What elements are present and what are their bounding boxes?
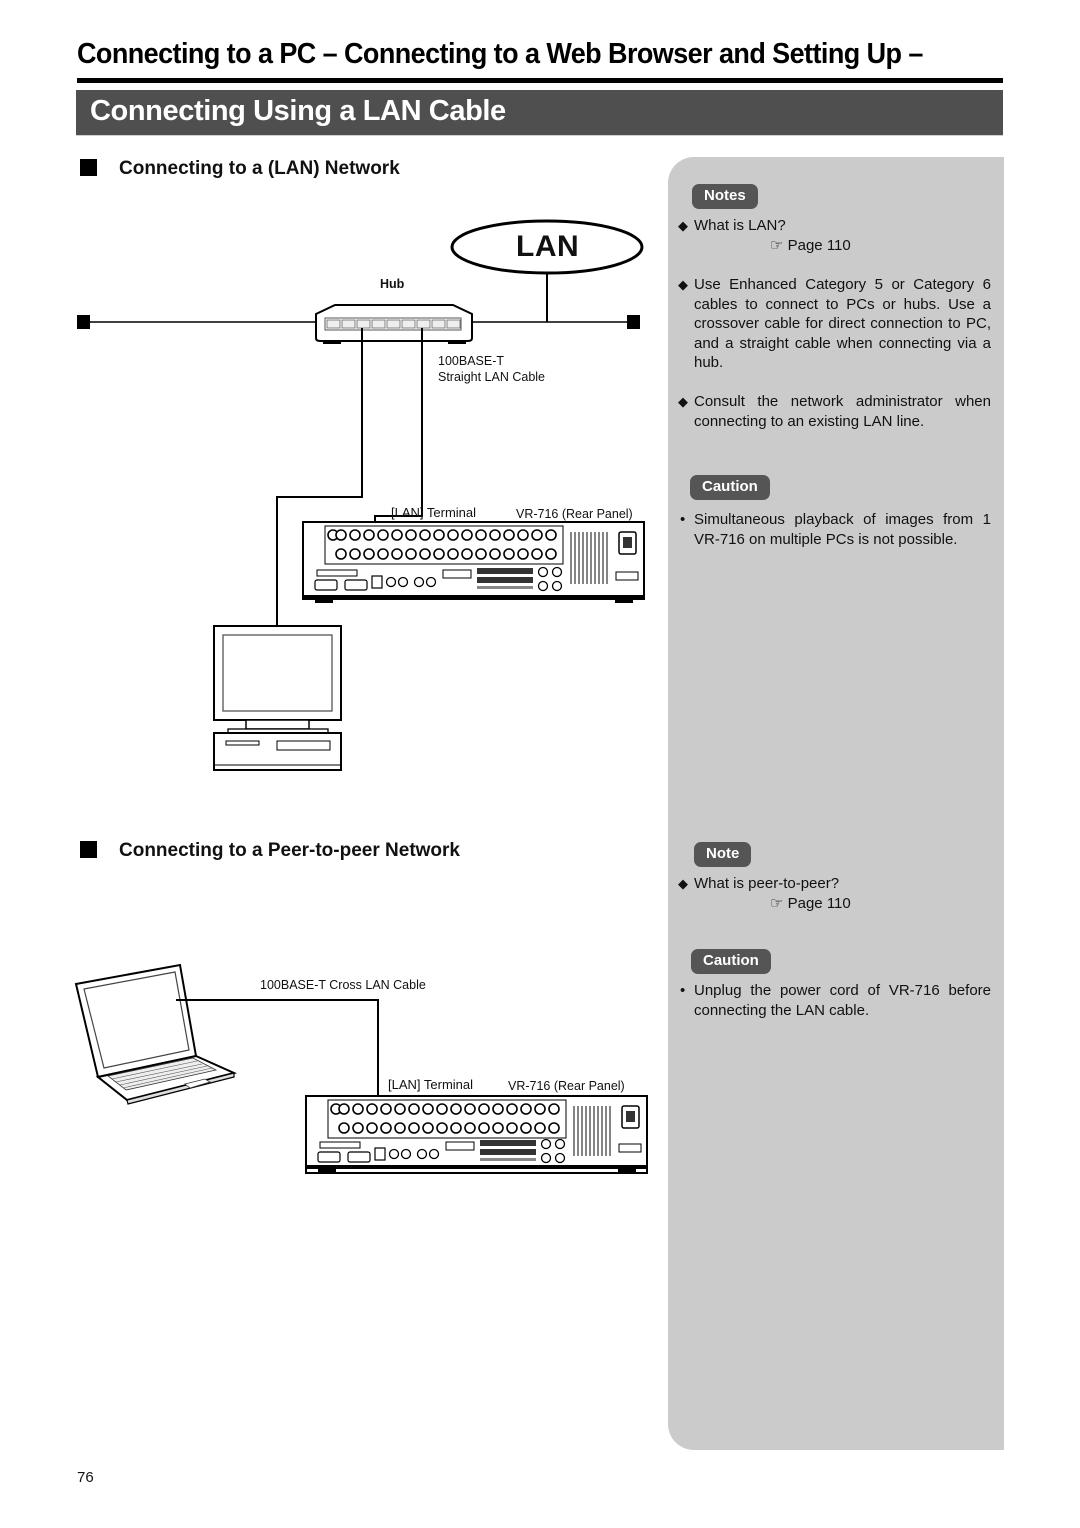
vr716-rear-panel-icon [305, 1095, 648, 1174]
bullet-icon: • [680, 982, 686, 999]
hub-label: Hub [380, 277, 405, 291]
device-label: VR-716 (Rear Panel) [516, 507, 633, 521]
caution-item: • Unplug the power cord of VR-716 before… [678, 981, 991, 1020]
bullet-icon: • [680, 511, 686, 528]
note-text: What is peer-to-peer? [694, 875, 840, 892]
laptop-icon [74, 963, 238, 1105]
caution-text: Unplug the power cord of VR-716 before c… [694, 982, 991, 1019]
caution-text: Simultaneous playback of images from 1 V… [694, 511, 991, 548]
square-bullet-icon [80, 841, 97, 858]
cross-cable-label: 100BASE-T Cross LAN Cable [260, 978, 426, 992]
page-number: 76 [77, 1469, 94, 1486]
terminator-right-icon [627, 315, 640, 329]
terminator-left-icon [77, 315, 90, 329]
note-item: ◆ Consult the network administrator when… [678, 392, 991, 431]
desktop-pc-icon [213, 625, 342, 771]
lan-network-heading-text: Connecting to a (LAN) Network [119, 158, 400, 179]
diamond-icon: ◆ [678, 876, 688, 891]
vr716-rear-panel-icon [302, 521, 645, 603]
notes-badge: Notes [692, 184, 758, 209]
diamond-icon: ◆ [678, 277, 688, 292]
lan-terminal-label: [LAN] Terminal [391, 505, 477, 520]
note-text: What is LAN? [694, 217, 786, 234]
peer-network-heading: Connecting to a Peer-to-peer Network [80, 840, 460, 862]
note-badge: Note [694, 842, 752, 867]
caution-item: • Simultaneous playback of images from 1… [678, 510, 991, 549]
lan-cloud-label: LAN [516, 230, 580, 263]
straight-cable-label-line1: 100BASE-T [438, 354, 505, 368]
note-item: ◆ What is peer-to-peer? ☞ Page 110 [678, 874, 991, 913]
lan-terminal-label: [LAN] Terminal [388, 1077, 474, 1092]
peer-network-heading-text: Connecting to a Peer-to-peer Network [119, 840, 460, 861]
note-item: ◆ What is LAN? ☞ Page 110 [678, 216, 991, 255]
caution-badge: Caution [690, 475, 770, 500]
diamond-icon: ◆ [678, 218, 688, 233]
section-title: Connecting Using a LAN Cable [90, 95, 506, 127]
device-label: VR-716 (Rear Panel) [508, 1079, 625, 1093]
page-reference-link[interactable]: ☞ Page 110 [678, 236, 991, 256]
section-banner: Connecting Using a LAN Cable [76, 90, 1003, 136]
square-bullet-icon [80, 159, 97, 176]
hub-icon [315, 304, 473, 344]
note-item: ◆ Use Enhanced Category 5 or Category 6 … [678, 275, 991, 373]
straight-cable-label-line2: Straight LAN Cable [438, 370, 546, 384]
note-text: Consult the network administrator when c… [694, 393, 991, 430]
lan-network-heading: Connecting to a (LAN) Network [80, 158, 400, 180]
page-reference-link[interactable]: ☞ Page 110 [678, 894, 991, 914]
note-text: Use Enhanced Category 5 or Category 6 ca… [694, 276, 991, 372]
page-title: Connecting to a PC – Connecting to a Web… [77, 38, 923, 70]
caution-badge: Caution [691, 949, 771, 974]
diamond-icon: ◆ [678, 394, 688, 409]
title-rule [77, 78, 1003, 83]
